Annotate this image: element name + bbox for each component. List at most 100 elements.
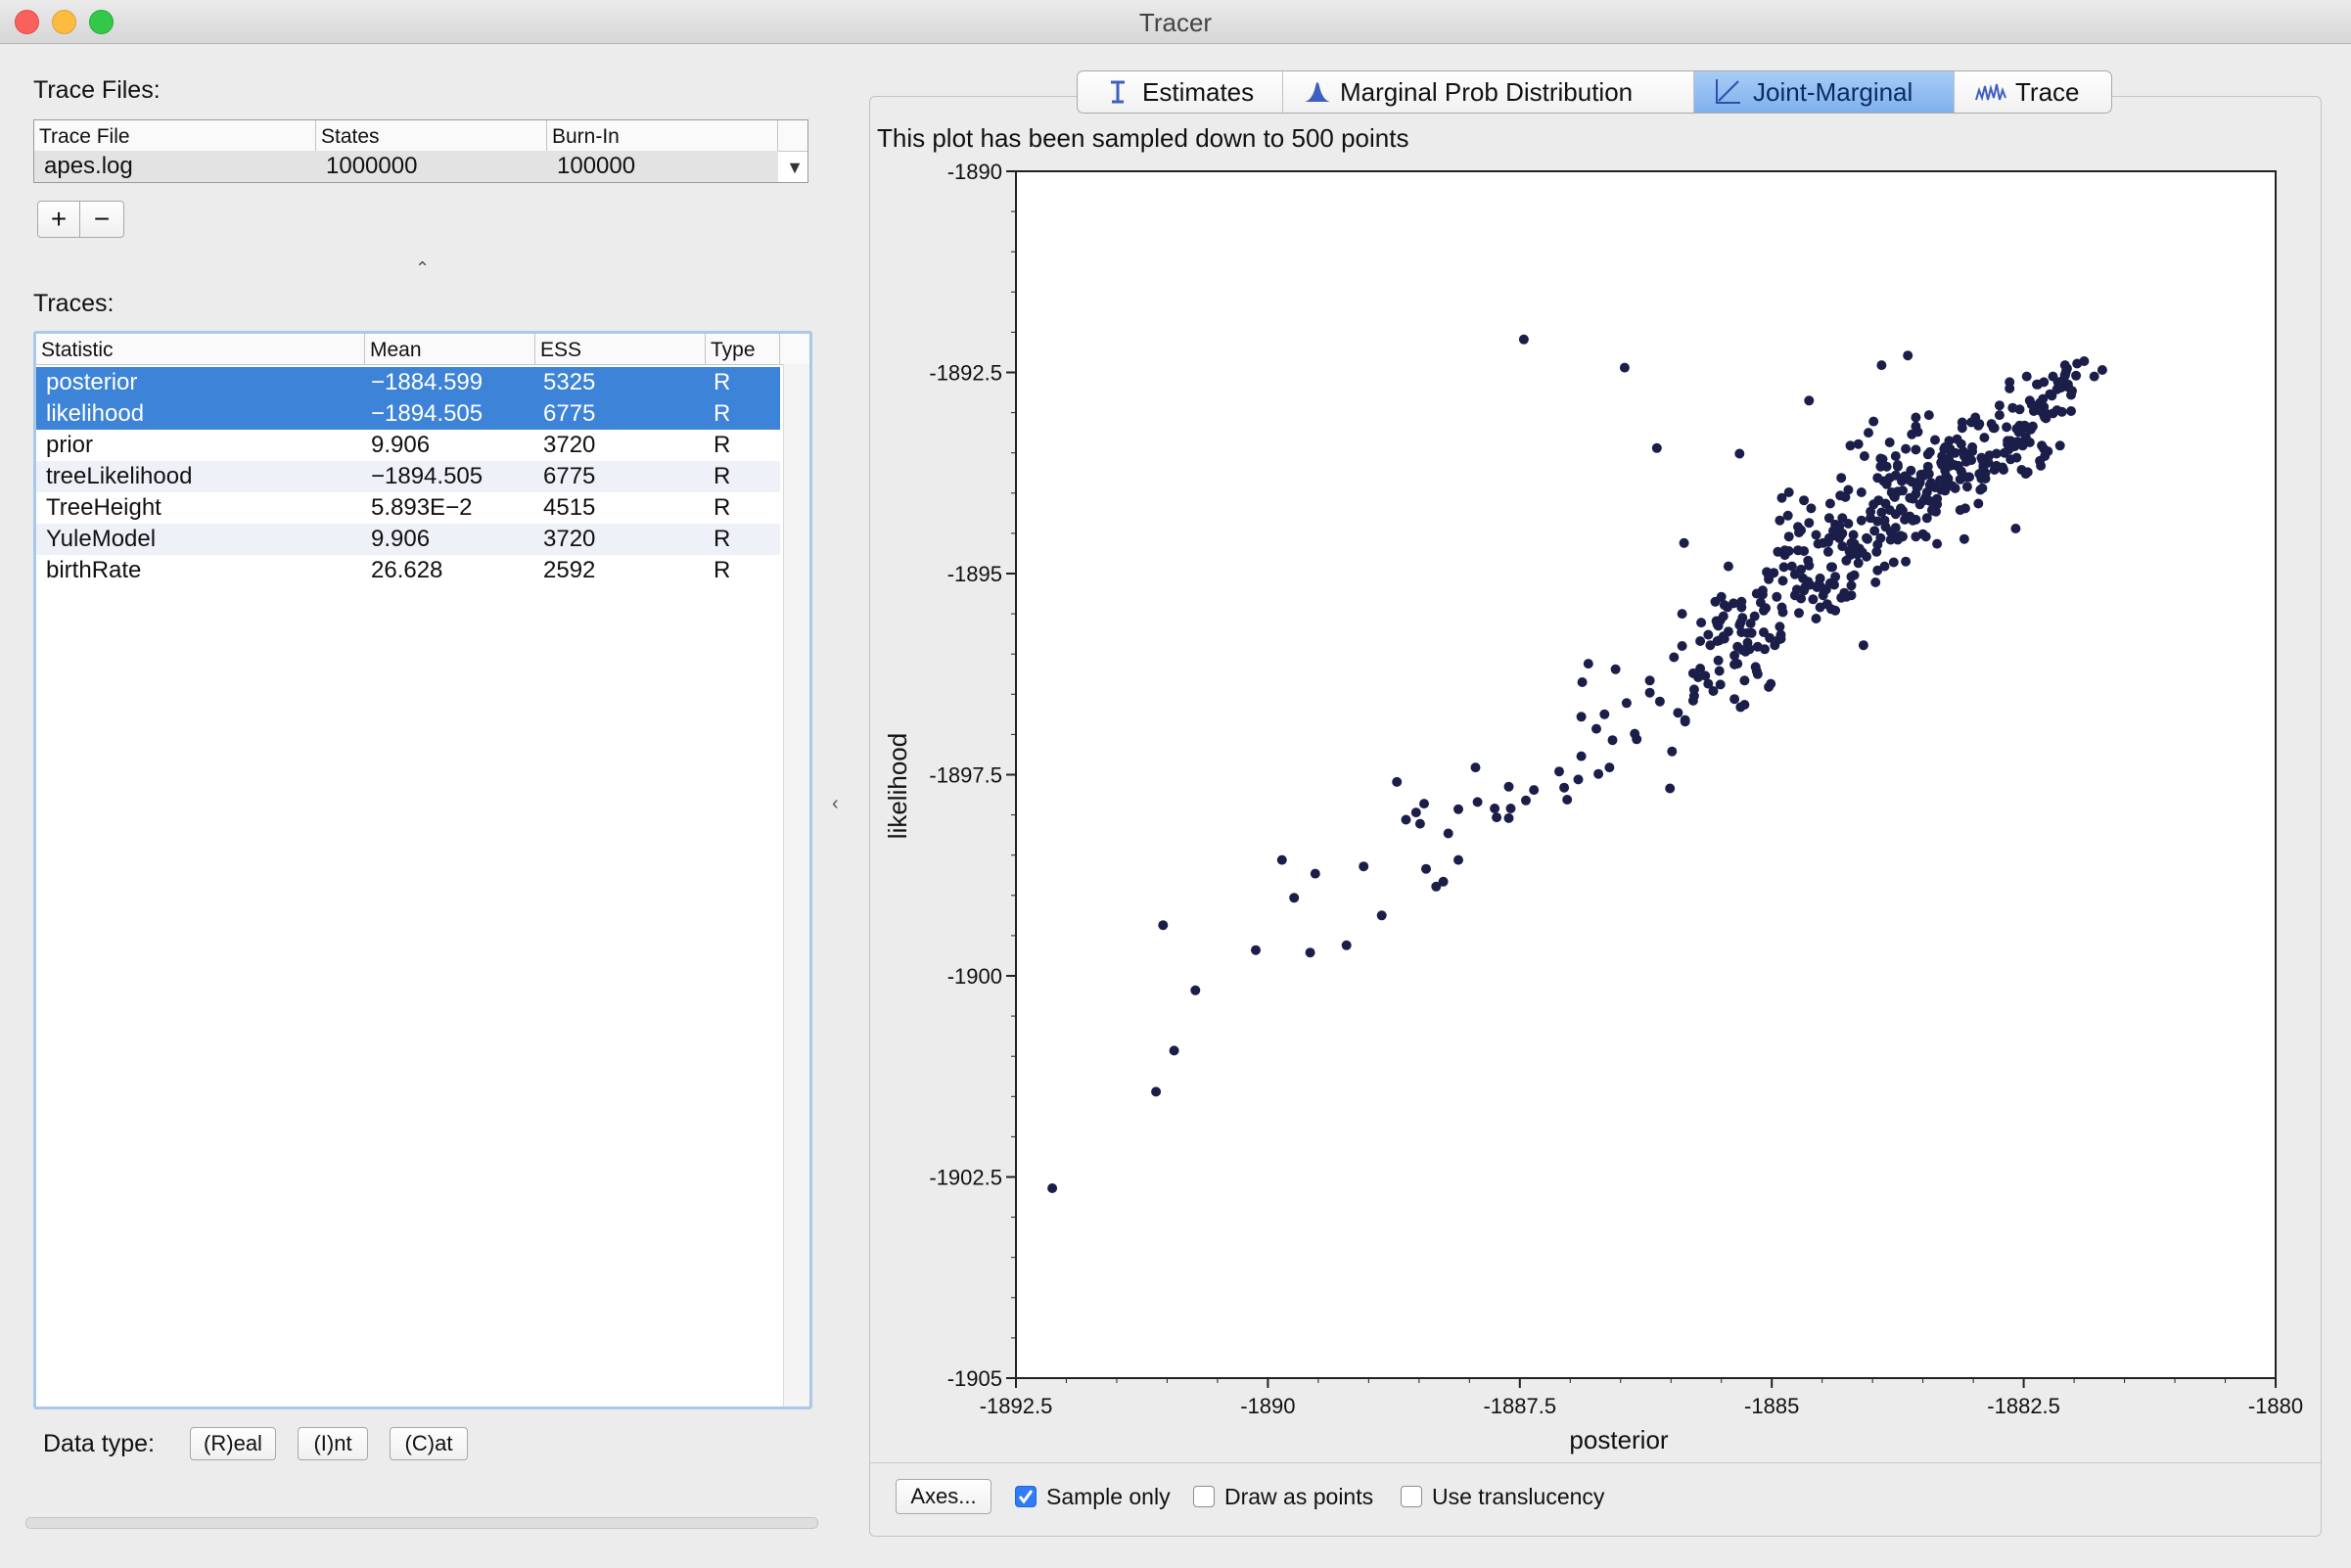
- scatter-point: [1940, 441, 1951, 452]
- scatter-point: [1190, 985, 1201, 995]
- scatter-point: [2027, 421, 2038, 432]
- y-tick-label: -1900: [947, 964, 1002, 989]
- scatter-point: [2005, 377, 2015, 388]
- trace-type: R: [714, 432, 731, 458]
- divider-handle-icon[interactable]: ‹: [832, 793, 839, 815]
- plot-area: [1015, 170, 2277, 1379]
- joint-marginal-scatter-chart: -1892.5 -1890 -1887.5 -1885 -1882.5 -1880 -18…: [883, 160, 2303, 1454]
- scatter-point: [2020, 469, 2031, 480]
- scatter-point: [1811, 614, 1821, 623]
- scatter-point: [1843, 484, 1854, 495]
- trace-row-posterior[interactable]: posterior −1884.599 5325 R: [36, 367, 780, 398]
- scatter-point: [1305, 947, 1315, 958]
- scatter-point: [1846, 580, 1857, 591]
- scatter-point: [1766, 678, 1776, 689]
- column-header-ess[interactable]: ESS: [535, 334, 706, 364]
- scatter-point: [1688, 690, 1699, 701]
- scatter-point: [1775, 622, 1785, 632]
- trace-type: R: [714, 400, 731, 427]
- add-trace-file-button[interactable]: +: [37, 201, 80, 238]
- scatter-point: [1879, 561, 1890, 572]
- scatter-point: [1822, 536, 1833, 547]
- trace-row-birthrate[interactable]: birthRate 26.628 2592 R: [36, 555, 780, 586]
- sample-only-checkbox[interactable]: [1015, 1486, 1037, 1507]
- scatter-point: [1710, 596, 1721, 607]
- trace-row-likelihood[interactable]: likelihood −1894.505 6775 R: [36, 398, 780, 430]
- scatter-point: [1908, 493, 1918, 504]
- scatter-point: [1961, 482, 1972, 492]
- y-tick-label: -1897.5: [929, 763, 1002, 788]
- scatter-point: [1903, 350, 1913, 361]
- column-header-type[interactable]: Type: [706, 334, 780, 364]
- trace-mean: −1894.505: [371, 400, 484, 427]
- trace-ess: 2592: [543, 557, 596, 583]
- scatter-point: [1518, 334, 1529, 345]
- scatter-point: [1901, 443, 1912, 454]
- scatter-point: [1677, 641, 1687, 651]
- remove-trace-file-button[interactable]: −: [79, 201, 124, 238]
- trace-row-treelikelihood[interactable]: treeLikelihood −1894.505 6775 R: [36, 461, 780, 492]
- scatter-point: [1856, 515, 1867, 526]
- scatter-point: [1864, 428, 1873, 438]
- scatter-point: [1804, 395, 1815, 406]
- scatter-point: [1911, 412, 1921, 423]
- scatter-point: [1604, 762, 1615, 773]
- scatter-point: [1923, 410, 1934, 421]
- traces-header: Statistic Mean ESS Type: [36, 334, 809, 365]
- trace-row-prior[interactable]: prior 9.906 3720 R: [36, 430, 780, 461]
- trace-row-yulemodel[interactable]: YuleModel 9.906 3720 R: [36, 524, 780, 555]
- column-header-states[interactable]: States: [316, 120, 547, 151]
- scatter-point: [1870, 577, 1881, 587]
- horizontal-scrollbar[interactable]: [25, 1517, 818, 1529]
- trace-row-treeheight[interactable]: TreeHeight 5.893E−2 4515 R: [36, 492, 780, 524]
- scatter-point: [1712, 636, 1723, 646]
- scatter-point: [1856, 487, 1867, 497]
- tab-trace[interactable]: Trace: [1955, 71, 2111, 113]
- trace-ess: 4515: [543, 494, 596, 521]
- scatter-point: [1841, 555, 1852, 566]
- real-type-button[interactable]: (R)eal: [190, 1427, 276, 1460]
- column-header-burn-in[interactable]: Burn-In: [547, 120, 778, 151]
- axes-button[interactable]: Axes...: [896, 1479, 991, 1514]
- scatter-point: [1844, 546, 1855, 556]
- trace-ess: 6775: [543, 463, 596, 489]
- trace-file-row[interactable]: apes.log 1000000 100000: [34, 151, 778, 182]
- trace-type: R: [714, 369, 731, 395]
- scatter-point: [1735, 702, 1746, 713]
- tab-joint-marginal[interactable]: Joint-Marginal: [1694, 71, 1955, 113]
- scatter-point: [1529, 785, 1540, 796]
- split-handle-icon[interactable]: ⌃: [415, 258, 430, 279]
- scatter-point: [2056, 406, 2067, 417]
- traces-table[interactable]: Statistic Mean ESS Type posterior −1884.…: [33, 331, 812, 1409]
- column-header-statistic[interactable]: Statistic: [36, 334, 365, 364]
- use-translucency-checkbox[interactable]: [1401, 1486, 1422, 1507]
- scatter-point: [1890, 451, 1901, 461]
- distribution-icon: [1303, 76, 1332, 113]
- scatter-point: [1419, 799, 1429, 809]
- scatter-point: [1251, 945, 1261, 955]
- scatter-point: [1632, 734, 1642, 745]
- trace-mean: −1894.505: [371, 463, 484, 489]
- trace-statistic: posterior: [46, 369, 138, 395]
- scatter-point: [1410, 807, 1421, 818]
- trace-files-table[interactable]: Trace File States Burn-In apes.log 10000…: [33, 119, 808, 183]
- scatter-point: [1918, 495, 1929, 506]
- joint-marginal-icon: [1714, 76, 1743, 113]
- tab-estimates[interactable]: Estimates: [1078, 71, 1283, 113]
- scatter-point: [1871, 546, 1882, 557]
- traces-scrollbar[interactable]: [783, 364, 809, 1407]
- trace-file-burnin[interactable]: 100000: [557, 151, 635, 182]
- cat-type-button[interactable]: (C)at: [390, 1427, 468, 1460]
- trace-mean: 9.906: [371, 432, 431, 458]
- scatter-point: [2005, 442, 2015, 453]
- scatter-point: [1920, 531, 1931, 542]
- int-type-button[interactable]: (I)nt: [298, 1427, 368, 1460]
- y-axis-ticks: -1890 -1892.5 -1895 -1897.5 -1900 -1902.5 -190…: [929, 160, 1016, 1391]
- column-header-mean[interactable]: Mean: [365, 334, 535, 364]
- draw-as-points-checkbox[interactable]: [1193, 1486, 1215, 1507]
- x-axis-ticks: -1892.5 -1890 -1887.5 -1885 -1882.5 -1880: [980, 1378, 2303, 1418]
- dropdown-arrow-icon[interactable]: ▼: [786, 158, 804, 178]
- scatter-point: [1521, 795, 1531, 806]
- column-header-trace-file[interactable]: Trace File: [34, 120, 316, 151]
- tab-marginal-prob-distribution[interactable]: Marginal Prob Distribution: [1283, 71, 1694, 113]
